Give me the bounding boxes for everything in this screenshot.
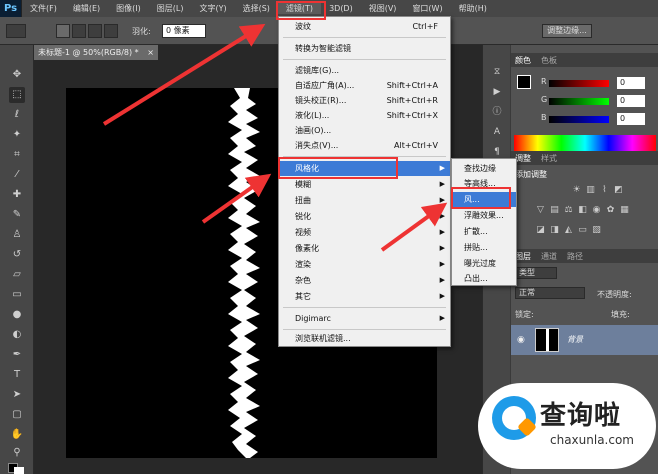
arrow-to-stylize xyxy=(201,173,272,224)
watermark-chinese-text: 查询啦 xyxy=(540,401,622,431)
arrow-to-wind xyxy=(380,202,448,252)
watermark-url-text: chaxunla.com xyxy=(550,433,634,447)
arrow-to-filter-menu xyxy=(102,23,266,126)
